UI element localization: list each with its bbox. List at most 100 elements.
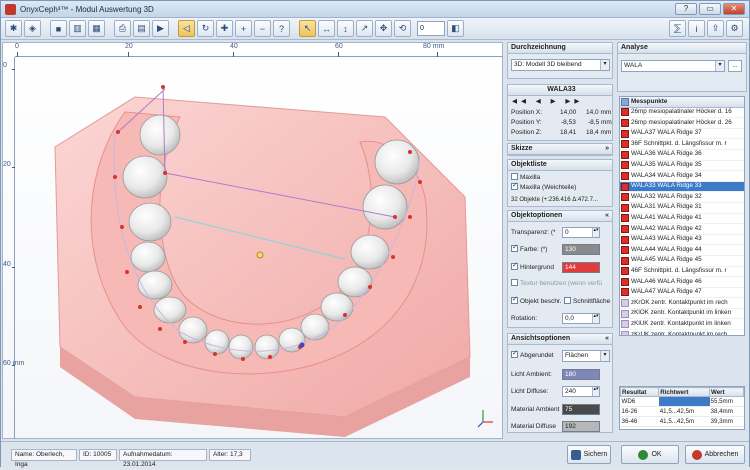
objektoptionen-panel: Objektoptionen« Transparenz: (* 0▴▾ Farb… [507,210,613,328]
move-x-icon[interactable]: ↔ [318,20,335,37]
single-view-icon[interactable]: ■ [50,20,67,37]
farbe-checkbox[interactable]: Farbe: (*) [511,243,547,255]
add-point-icon[interactable]: ✚ [216,20,233,37]
add-point-alt-icon[interactable]: + [235,20,252,37]
ok-button[interactable]: OK [621,445,679,464]
table-row[interactable]: 16-26 41,5...42,5m 38,4mm [620,406,744,417]
list-item[interactable]: WALA45 WALA Ridge 45 [620,256,744,267]
list-item[interactable]: 26mp mesiopalatinaler Höcker d. 26 [620,118,744,129]
diffuse-input[interactable]: 240 ▴▾ [562,386,600,397]
point-marker-icon [621,246,629,255]
split-view-icon[interactable]: ▥ [69,20,86,37]
select-tool-icon[interactable]: ◁ [178,20,195,37]
rotate-tool-icon[interactable]: ↻ [197,20,214,37]
ansichtsoptionen-panel: Ansichtsoptionen« Abgerundet Flächen▾ Li… [507,333,613,433]
list-item[interactable]: WALA43 WALA Ridge 43 [620,235,744,246]
list-item[interactable]: WALA32 WALA Ridge 32 [620,192,744,203]
table-row[interactable]: 36-46 41,5...42,5m 39,3mm [620,416,744,427]
calc-icon[interactable]: ⅀ [669,20,686,37]
list-item[interactable]: WALA35 WALA Ridge 35 [620,161,744,172]
help-point-icon[interactable]: ? [273,20,290,37]
objekt-checkbox[interactable]: Objekt beschr. [511,295,562,307]
list-item[interactable]: 36F Schnittpkt. d. Längsfissur m. r [620,139,744,150]
maximize-button[interactable]: ▭ [699,3,721,15]
status-alter: Alter: 17,3 [209,449,251,461]
textur-checkbox[interactable]: Textur benutzen (wenn verfü [511,278,602,289]
info-icon[interactable]: i [688,20,705,37]
list-item[interactable]: WALA34 WALA Ridge 34 [620,171,744,182]
zoom-spinner[interactable]: 0 [417,21,445,36]
durchzeichnung-header: Durchzeichnung [508,43,612,54]
objekt-maxilla-weichteile[interactable]: Maxilla (Weichteile) [511,181,576,193]
close-icon [691,449,702,460]
chevron-up-icon: « [605,335,609,342]
col-resultat: Resultat [619,387,660,397]
print-icon[interactable]: ⎙ [114,20,131,37]
point-marker-icon [621,299,629,308]
transparenz-input[interactable]: 0 ▴▾ [562,227,600,238]
close-button[interactable]: ✕ [723,3,745,15]
list-item[interactable]: WALA47 WALA Ridge 47 [620,288,744,299]
delete-point-icon[interactable]: − [254,20,271,37]
list-item[interactable]: WALA46 WALA Ridge 46 [620,277,744,288]
ambient-swatch[interactable]: 180 [562,369,600,380]
skizze-panel[interactable]: Skizze» [507,143,613,156]
analyse-select[interactable]: WALA ▾ [621,60,725,72]
export-icon[interactable]: ⇪ [707,20,724,37]
chevron-down-icon: » [605,145,609,152]
list-item[interactable]: WALA37 WALA Ridge 37 [620,129,744,140]
list-item[interactable]: 26mp mesiopalatinaler Höcker d. 16 [620,108,744,119]
flaechen-select[interactable]: Flächen ▾ [562,350,610,362]
point-marker-icon [621,108,629,117]
mat-ambient-swatch[interactable]: 75 [562,404,600,415]
hintergrund-checkbox[interactable]: Hintergrund [511,261,554,273]
move-y-icon[interactable]: ↕ [337,20,354,37]
rotation-input[interactable]: 0,0 ▴▾ [562,313,600,324]
3d-viewport[interactable]: 0 20 40 60 80 mm 0 20 40 60 mm [2,42,503,439]
color-picker-icon[interactable]: ◧ [447,20,464,37]
list-item[interactable]: WALA44 WALA Ridge 44 [620,245,744,256]
pointer-tool-icon[interactable]: ↖ [299,20,316,37]
list-item[interactable]: WALA31 WALA Ridge 31 [620,203,744,214]
rotate-axis-icon[interactable]: ⟲ [394,20,411,37]
list-item[interactable]: WALA33 WALA Ridge 33 [620,181,744,193]
move-xy-icon[interactable]: ✥ [375,20,392,37]
wala-nav[interactable]: ◀◀ ◀ ▶ ▶▶ [512,97,583,107]
point-marker-icon [621,140,629,149]
preview-icon[interactable]: ▤ [133,20,150,37]
schnitt-checkbox[interactable]: Schnittfläche [564,296,610,307]
list-item[interactable]: zKlOK zentr. Kontaktpunkt im linken [620,309,744,320]
point-marker-icon [621,182,629,191]
play-icon[interactable]: ▶ [152,20,169,37]
save-button[interactable]: Sichern [567,445,611,464]
grid-view-icon[interactable]: ▦ [88,20,105,37]
messpunkte-list[interactable]: Messpunkte 26mp mesiopalatinaler Höcker … [619,96,745,336]
status-id: ID: 10005 [79,449,117,461]
cube-icon[interactable]: ◈ [24,20,41,37]
list-item[interactable]: WALA42 WALA Ridge 42 [620,224,744,235]
settings-icon[interactable]: ⚙ [726,20,743,37]
mat-diffuse-swatch[interactable]: 192 [562,421,600,432]
gear-icon[interactable]: ✱ [5,20,22,37]
selected-point [299,342,305,348]
analyse-more-button[interactable]: ... [728,60,742,72]
objektliste-panel: Objektliste Maxilla Maxilla (Weichteile)… [507,159,613,207]
farbe-swatch[interactable]: 130 [562,244,600,255]
list-item[interactable]: WALA36 WALA Ridge 36 [620,150,744,161]
hintergrund-swatch[interactable]: 144 [562,262,600,273]
cancel-button[interactable]: Abbrechen [685,445,745,464]
list-item[interactable]: WALA41 WALA Ridge 41 [620,214,744,225]
move-z-icon[interactable]: ↗ [356,20,373,37]
list-item[interactable]: zKrUK zentr. Kontaktpunkt im rech [620,330,744,335]
abgerundet-checkbox[interactable]: Abgerundet [511,349,554,361]
point-marker-icon [621,288,629,297]
table-row[interactable]: WD6 55,5mm [620,396,744,407]
dental-model-render[interactable] [15,57,503,439]
durchzeichnung-select[interactable]: 3D: Modell 3D bleibend ▾ [511,59,610,71]
help-button[interactable]: ? [675,3,697,15]
main-window: OnyxCeph³™ - Modul Auswertung 3D ? ▭ ✕ ✱… [0,0,750,468]
list-item[interactable]: zKlUK zentr. Kontaktpunkt im linken [620,319,744,331]
list-item[interactable]: 46F Schnittpkt. d. Längsfissur m. r [620,267,744,278]
col-richtwert: Richtwert [658,387,710,397]
list-item[interactable]: zKrOK zentr. Kontaktpunkt im rech [620,298,744,309]
